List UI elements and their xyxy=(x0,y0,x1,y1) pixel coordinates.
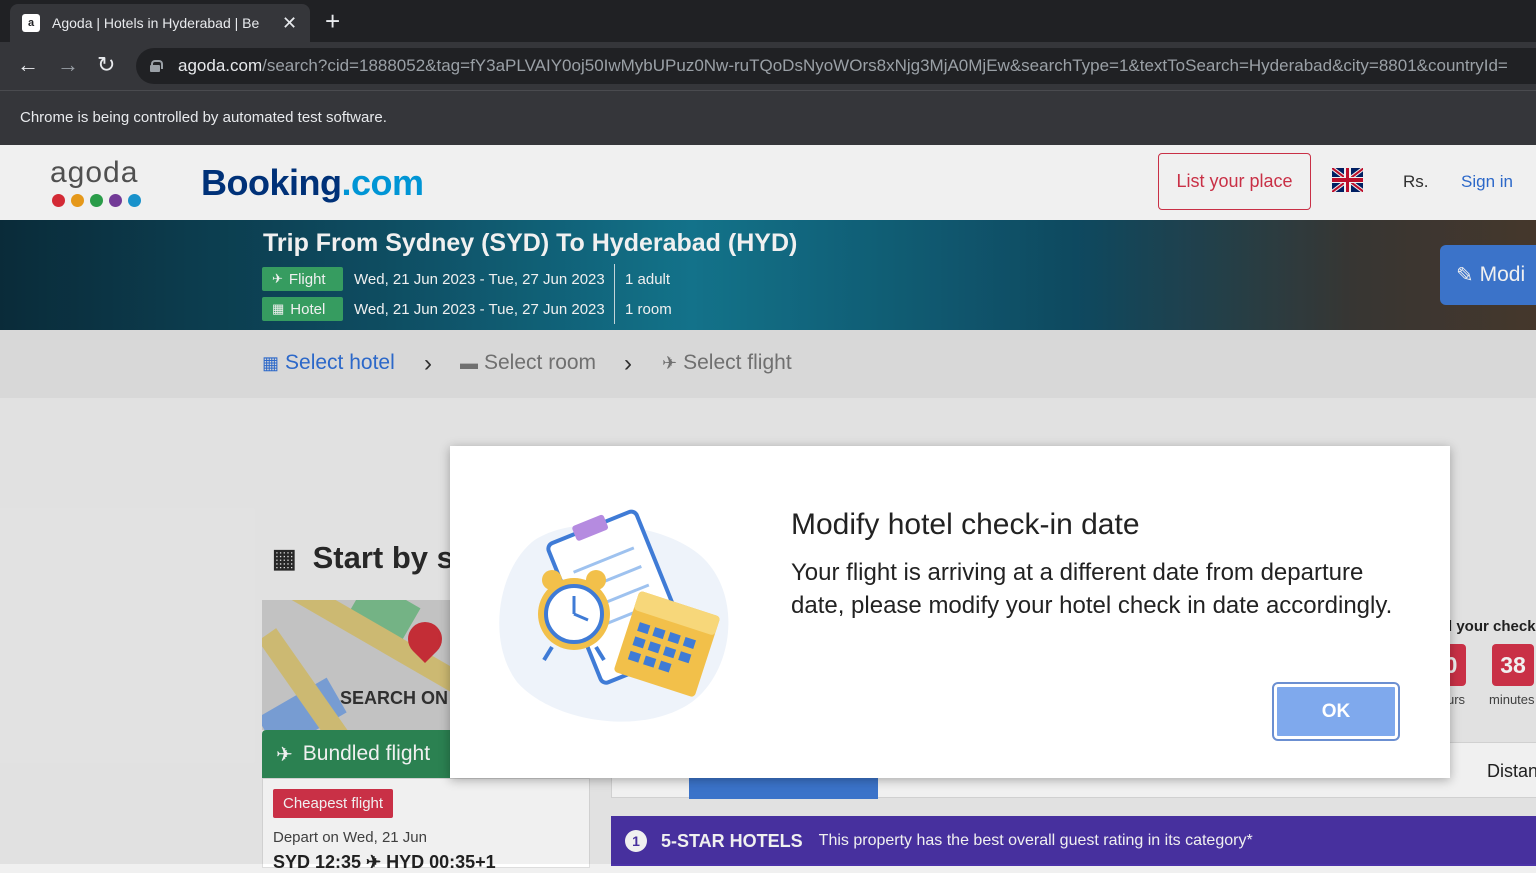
close-tab-icon[interactable]: ✕ xyxy=(282,13,297,34)
infobar-text: Chrome is being controlled by automated … xyxy=(20,109,387,126)
reload-icon[interactable]: ↻ xyxy=(97,52,115,78)
address-bar[interactable]: agoda.com/search?cid=1888052&tag=fY3aPLV… xyxy=(136,48,1536,84)
lock-icon xyxy=(150,60,163,72)
browser-toolbar: ← → ↻ agoda.com/search?cid=1888052&tag=f… xyxy=(0,42,1536,90)
agoda-favicon-icon: a xyxy=(22,14,40,32)
dialog-title: Modify hotel check-in date xyxy=(791,508,1140,541)
tab-title: Agoda | Hotels in Hyderabad | Be xyxy=(52,15,260,31)
back-arrow-icon[interactable]: ← xyxy=(17,52,39,78)
forward-arrow-icon[interactable]: → xyxy=(57,52,79,78)
browser-tab[interactable]: a Agoda | Hotels in Hyderabad | Be ✕ xyxy=(10,4,310,42)
new-tab-button[interactable]: + xyxy=(325,8,340,34)
modify-checkin-dialog: Modify hotel check-in date Your flight i… xyxy=(450,446,1450,778)
url-text: agoda.com/search?cid=1888052&tag=fY3aPLV… xyxy=(178,56,1508,75)
browser-tab-strip: a Agoda | Hotels in Hyderabad | Be ✕ + xyxy=(0,0,1536,42)
automation-infobar: Chrome is being controlled by automated … xyxy=(0,90,1536,145)
calendar-clock-illustration xyxy=(499,509,729,722)
ok-button[interactable]: OK xyxy=(1272,682,1400,741)
dialog-message: Your flight is arriving at a different d… xyxy=(791,559,1393,619)
